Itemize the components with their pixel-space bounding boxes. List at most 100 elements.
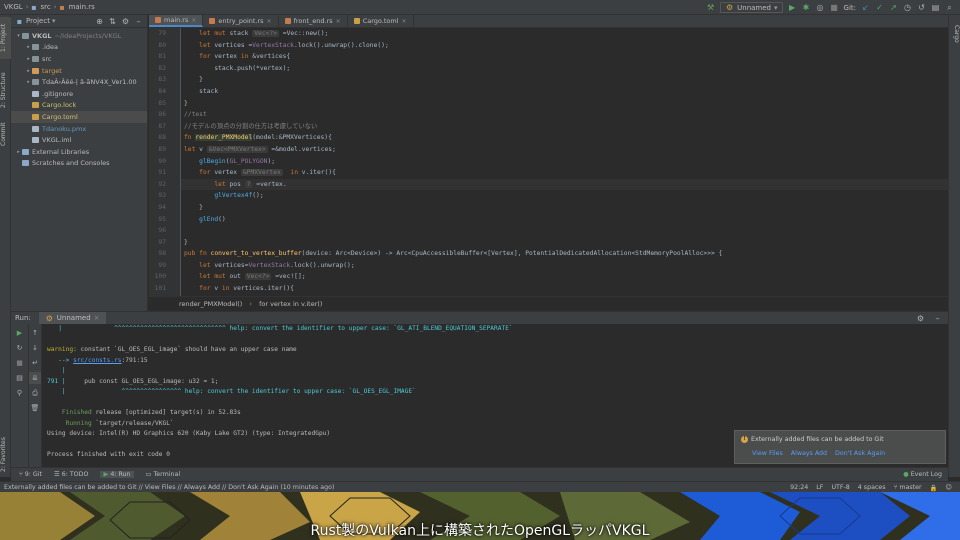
project-panel-title[interactable]: Project: [26, 17, 50, 25]
print-icon[interactable]: ⎙: [29, 387, 41, 399]
editor-tab[interactable]: entry_point.rs ×: [203, 15, 279, 27]
editor-tab[interactable]: Cargo.toml ×: [348, 15, 414, 27]
tree-item[interactable]: ▸ .idea: [11, 42, 147, 54]
expand-arrow-icon[interactable]: ▸: [25, 79, 32, 85]
search-icon[interactable]: ⌕: [945, 3, 954, 12]
tool-event-log[interactable]: ● Event Log: [903, 471, 942, 478]
caret-position[interactable]: 92:24: [790, 484, 808, 491]
tab-project[interactable]: 1: Project: [0, 17, 11, 59]
code-line[interactable]: let mut out Vec<?> =vec![];: [181, 271, 948, 283]
tree-item[interactable]: ▸ External Libraries: [11, 146, 147, 158]
breadcrumb-project[interactable]: VKGL: [0, 3, 25, 11]
pin-icon[interactable]: ⚲: [14, 387, 26, 399]
history-icon[interactable]: ◷: [903, 3, 912, 12]
rerun-build-icon[interactable]: ↻: [14, 342, 26, 354]
code-line[interactable]: for v in vertices.iter(){: [181, 283, 948, 295]
build-hammer-icon[interactable]: ⚒: [706, 3, 715, 12]
tool-terminal[interactable]: ▭ Terminal: [146, 471, 181, 478]
code-line[interactable]: let v &Vec<PMXVertex> =&model.vertices;: [181, 144, 948, 156]
expand-arrow-icon[interactable]: ▸: [25, 56, 32, 62]
file-encoding[interactable]: UTF-8: [831, 484, 849, 491]
code-line[interactable]: [181, 225, 948, 237]
close-icon[interactable]: ×: [94, 314, 100, 322]
code-line[interactable]: //test: [181, 109, 948, 121]
stop-icon[interactable]: ■: [830, 3, 839, 12]
close-icon[interactable]: ×: [402, 18, 407, 25]
close-icon[interactable]: ×: [267, 18, 272, 25]
code-line[interactable]: pub fn convert_to_vertex_buffer(device: …: [181, 248, 948, 260]
rerun-icon[interactable]: ▶: [14, 327, 26, 339]
run-configuration-dropdown[interactable]: ⚙ Unnamed ▾: [720, 2, 783, 13]
locate-file-icon[interactable]: ⊕: [95, 17, 104, 26]
indent-setting[interactable]: 4 spaces: [858, 484, 886, 491]
tab-cargo[interactable]: Cargo: [949, 19, 960, 49]
line-separator[interactable]: LF: [816, 484, 823, 491]
code-line[interactable]: }: [181, 98, 948, 110]
tree-item[interactable]: ▸ target: [11, 65, 147, 77]
always-add-link[interactable]: Always Add: [791, 450, 827, 457]
git-commit-icon[interactable]: ✓: [875, 3, 884, 12]
lock-icon[interactable]: 🔒: [930, 484, 938, 492]
tree-item[interactable]: Cargo.toml: [11, 111, 147, 123]
expand-arrow-icon[interactable]: ▾: [15, 33, 22, 39]
gear-icon[interactable]: ⚙: [121, 17, 130, 26]
code-line[interactable]: let vertices =VertexStack.lock().unwrap(…: [181, 40, 948, 52]
tree-item[interactable]: Scratches and Consoles: [11, 158, 147, 170]
editor-tab[interactable]: front_end.rs ×: [279, 15, 348, 27]
code-line[interactable]: let pos ? =vertex.: [181, 178, 948, 191]
trash-icon[interactable]: 🗑: [29, 402, 41, 414]
scroll-up-icon[interactable]: ↑: [29, 327, 41, 339]
structure-icon[interactable]: ▤: [931, 3, 940, 12]
code-editor[interactable]: let mut stack Vec<?> =Vec::new(); let ve…: [181, 28, 948, 296]
breadcrumb-file[interactable]: main.rs: [67, 3, 97, 11]
debug-icon[interactable]: ✱: [802, 3, 811, 12]
inspection-icon[interactable]: ☺: [945, 484, 952, 491]
code-line[interactable]: stack.push(*vertex);: [181, 63, 948, 75]
code-line[interactable]: glEnd(): [181, 214, 948, 226]
tool-git[interactable]: ⑂ 9: Git: [19, 471, 42, 478]
tab-commit[interactable]: Commit: [0, 119, 11, 149]
expand-arrow-icon[interactable]: ▸: [25, 68, 32, 74]
expand-arrow-icon[interactable]: ▸: [15, 149, 22, 155]
tool-run[interactable]: ▶ 4: Run: [100, 471, 134, 478]
code-line[interactable]: let vertices=VertexStack.lock().unwrap()…: [181, 260, 948, 272]
git-update-icon[interactable]: ↙: [861, 3, 870, 12]
status-message[interactable]: Externally added files can be added to G…: [4, 484, 334, 491]
tree-item[interactable]: ▸ TdaÂ›Âëé-| â-ãNV4X_Ver1.00: [11, 76, 147, 88]
hide-panel-icon[interactable]: –: [134, 17, 143, 26]
code-line[interactable]: for vertex &PMXVertex in v.iter(){: [181, 167, 948, 179]
code-line[interactable]: let mut stack Vec<?> =Vec::new();: [181, 28, 948, 40]
collapse-all-icon[interactable]: ⇅: [108, 17, 117, 26]
stop-icon[interactable]: ■: [14, 357, 26, 369]
git-push-icon[interactable]: ↗: [889, 3, 898, 12]
close-icon[interactable]: ×: [336, 18, 341, 25]
tree-item[interactable]: Cargo.lock: [11, 100, 147, 112]
scroll-down-icon[interactable]: ↓: [29, 342, 41, 354]
expand-arrow-icon[interactable]: ▸: [25, 44, 32, 50]
code-line[interactable]: for vertex in &vertices{: [181, 51, 948, 63]
code-line[interactable]: glBegin(GL_POLYGON);: [181, 156, 948, 168]
close-icon[interactable]: ×: [191, 17, 196, 24]
view-files-link[interactable]: View Files: [752, 450, 783, 457]
code-line[interactable]: stack: [181, 86, 948, 98]
tree-item[interactable]: ▾ VKGL ~/IdeaProjects/VKGL: [11, 30, 147, 42]
scroll-to-end-icon[interactable]: ⇊: [29, 372, 41, 384]
breadcrumb-function[interactable]: render_PMXModel(): [179, 300, 242, 308]
code-line[interactable]: }: [181, 202, 948, 214]
dont-ask-again-link[interactable]: Don't Ask Again: [835, 450, 885, 457]
code-line[interactable]: }: [181, 237, 948, 249]
rollback-icon[interactable]: ↺: [917, 3, 926, 12]
gear-icon[interactable]: ⚙: [916, 314, 925, 323]
run-icon[interactable]: ▶: [788, 3, 797, 12]
run-tab[interactable]: ⚙ Unnamed ×: [38, 311, 106, 325]
git-branch[interactable]: ⑂ master: [894, 484, 922, 491]
code-line[interactable]: glVertex4f();: [181, 190, 948, 202]
coverage-icon[interactable]: ◎: [816, 3, 825, 12]
chevron-down-icon[interactable]: ▾: [52, 17, 56, 25]
editor-tab[interactable]: main.rs ×: [149, 15, 204, 27]
tab-structure[interactable]: 2: Structure: [0, 67, 11, 113]
soft-wrap-icon[interactable]: ↵: [29, 357, 41, 369]
hide-panel-icon[interactable]: –: [933, 314, 942, 323]
tree-item[interactable]: .gitignore: [11, 88, 147, 100]
breadcrumb-loop[interactable]: for vertex in v.iter(): [259, 300, 322, 308]
